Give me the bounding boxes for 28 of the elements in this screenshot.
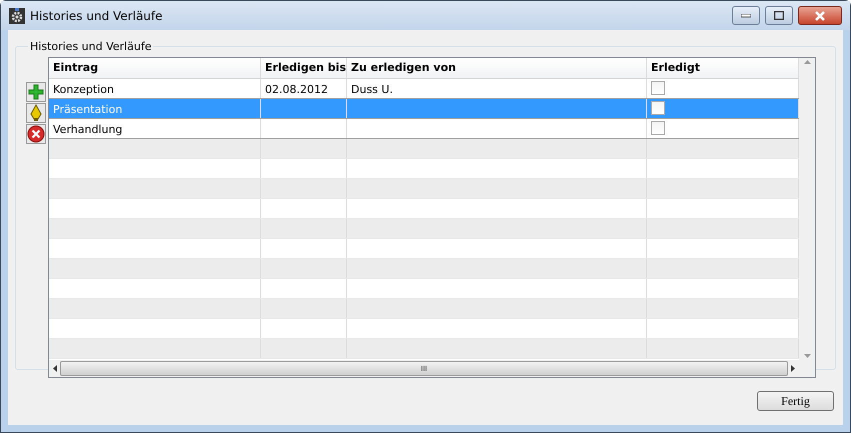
checkbox[interactable] — [651, 101, 665, 115]
add-icon[interactable] — [26, 82, 46, 102]
table-row[interactable]: Verhandlung — [49, 119, 799, 139]
close-button[interactable] — [798, 6, 842, 25]
maximize-icon — [774, 11, 784, 20]
table-cell: Konzeption — [49, 79, 261, 98]
checkbox[interactable] — [651, 81, 665, 95]
table-cell: Präsentation — [49, 99, 261, 118]
minimize-button[interactable] — [732, 6, 760, 25]
done-button[interactable]: Fertig — [757, 391, 834, 411]
table-cell: Verhandlung — [49, 119, 261, 138]
column-header[interactable]: Eintrag — [49, 58, 261, 78]
scroll-right-icon[interactable] — [791, 365, 795, 372]
table-cell: 02.08.2012 — [261, 79, 347, 98]
pen-icon[interactable] — [26, 103, 46, 123]
table-cell: Duss U. — [347, 79, 647, 98]
group-title: Histories und Verläufe — [29, 40, 152, 53]
column-header[interactable]: Zu erledigen von — [347, 58, 647, 78]
maximize-button[interactable] — [765, 6, 793, 25]
checkbox[interactable] — [651, 121, 665, 135]
delete-icon[interactable] — [26, 124, 46, 144]
window-title: Histories und Verläufe — [30, 8, 164, 22]
close-icon — [814, 10, 826, 20]
column-header[interactable]: Erledigen bis — [261, 58, 347, 78]
scroll-left-icon[interactable] — [53, 365, 57, 372]
table-row[interactable]: Konzeption 02.08.2012 Duss U. — [49, 79, 799, 99]
gear-icon — [9, 8, 25, 24]
minimize-icon — [741, 14, 751, 18]
